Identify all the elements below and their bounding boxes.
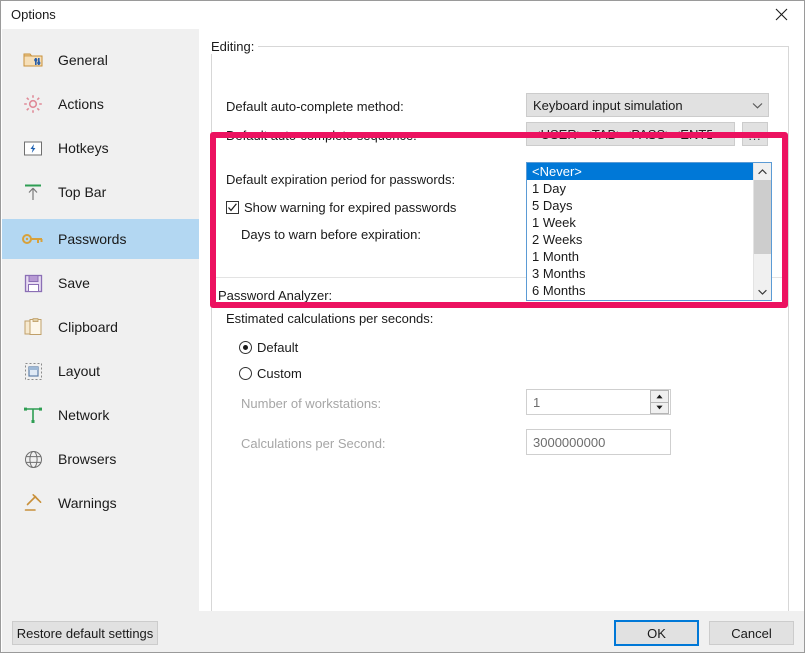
auto-complete-method-combo[interactable]: Keyboard input simulation xyxy=(526,93,769,117)
sidebar-item-label: Layout xyxy=(58,363,101,379)
cancel-button[interactable]: Cancel xyxy=(709,621,794,645)
scrollbar-thumb[interactable] xyxy=(754,180,771,254)
arrow-up-bar-icon xyxy=(16,182,50,202)
radio-circle xyxy=(239,341,252,354)
sidebar-item-clipboard[interactable]: Clipboard xyxy=(2,307,199,347)
floppy-disk-icon xyxy=(16,274,50,293)
workstations-input[interactable]: 1 xyxy=(526,389,671,415)
list-item[interactable]: 1 Week xyxy=(527,214,771,231)
options-dialog: Options General Actions Hotkeys Top Bar … xyxy=(0,0,805,653)
radio-custom[interactable]: Custom xyxy=(239,366,302,381)
auto-complete-sequence-combo[interactable]: <USER><TAB><PASS><ENTER xyxy=(526,122,735,146)
chevron-down-icon xyxy=(746,102,768,109)
sidebar-item-label: Clipboard xyxy=(58,319,118,335)
sidebar-item-network[interactable]: Network xyxy=(2,395,199,435)
sidebar-item-label: Hotkeys xyxy=(58,140,109,156)
check-icon xyxy=(228,203,237,212)
list-item[interactable]: 6 Months xyxy=(527,282,771,299)
close-icon[interactable] xyxy=(758,1,804,28)
scroll-up-icon[interactable] xyxy=(754,163,771,180)
sidebar-item-browsers[interactable]: Browsers xyxy=(2,439,199,479)
sidebar-item-layout[interactable]: Layout xyxy=(2,351,199,391)
gavel-icon xyxy=(16,493,50,513)
checkbox-box xyxy=(226,201,239,214)
workstations-label: Number of workstations: xyxy=(241,396,382,411)
list-item[interactable]: 1 Day xyxy=(527,180,771,197)
stepper-up-icon[interactable] xyxy=(650,390,669,403)
sidebar-item-label: Network xyxy=(58,407,110,423)
sidebar-item-label: Warnings xyxy=(58,495,117,511)
show-warning-checkbox[interactable]: Show warning for expired passwords xyxy=(226,200,456,215)
main-panel: Editing: Default auto-complete method: K… xyxy=(199,29,804,624)
list-item[interactable]: 5 Days xyxy=(527,197,771,214)
auto-complete-sequence-label: Default auto-complete sequence: xyxy=(226,128,417,143)
list-item[interactable]: 1 Month xyxy=(527,248,771,265)
sidebar-item-save[interactable]: Save xyxy=(2,263,199,303)
auto-complete-method-value: Keyboard input simulation xyxy=(533,97,683,113)
sidebar-item-warnings[interactable]: Warnings xyxy=(2,483,199,523)
sidebar-item-label: Actions xyxy=(58,96,104,112)
calculations-per-second-value: 3000000000 xyxy=(533,434,606,450)
sidebar-item-label: Top Bar xyxy=(58,184,107,200)
workstations-value: 1 xyxy=(533,394,541,410)
radio-custom-label: Custom xyxy=(257,366,302,381)
globe-icon xyxy=(16,450,50,469)
radio-default[interactable]: Default xyxy=(239,340,298,355)
sidebar-item-general[interactable]: General xyxy=(2,40,199,80)
auto-complete-sequence-value: <USER><TAB><PASS><ENTER xyxy=(533,126,712,142)
folder-settings-icon xyxy=(16,51,50,69)
calculations-per-second-label: Calculations per Second: xyxy=(241,436,386,451)
dialog-footer: Restore default settings OK Cancel xyxy=(2,611,804,652)
ok-button[interactable]: OK xyxy=(614,620,699,646)
sidebar-item-label: Browsers xyxy=(58,451,117,467)
window-title: Options xyxy=(11,7,56,22)
stepper-down-icon[interactable] xyxy=(650,402,669,414)
sidebar-item-top-bar[interactable]: Top Bar xyxy=(2,172,199,212)
dropdown-scrollbar[interactable] xyxy=(753,163,771,300)
expiration-period-dropdown-list[interactable]: <Never> 1 Day 5 Days 1 Week 2 Weeks 1 Mo… xyxy=(526,162,772,301)
calculations-per-second-input[interactable]: 3000000000 xyxy=(526,429,671,455)
days-to-warn-label: Days to warn before expiration: xyxy=(241,227,421,242)
sidebar-item-actions[interactable]: Actions xyxy=(2,84,199,124)
estimated-calculations-label: Estimated calculations per seconds: xyxy=(226,311,434,326)
auto-complete-sequence-browse-button[interactable]: ... xyxy=(742,122,768,146)
show-warning-label: Show warning for expired passwords xyxy=(244,200,457,215)
sidebar-item-label: Save xyxy=(58,275,90,291)
password-analyzer-group-title: Password Analyzer: xyxy=(215,288,336,303)
expiration-period-label: Default expiration period for passwords: xyxy=(226,172,456,187)
list-item[interactable]: 3 Months xyxy=(527,265,771,282)
radio-default-label: Default xyxy=(257,340,299,355)
title-bar: Options xyxy=(1,1,804,29)
list-item[interactable]: <Never> xyxy=(527,163,771,180)
sidebar-item-hotkeys[interactable]: Hotkeys xyxy=(2,128,199,168)
sidebar-item-passwords[interactable]: Passwords xyxy=(2,219,199,259)
auto-complete-method-label: Default auto-complete method: xyxy=(226,99,404,114)
chevron-down-icon xyxy=(712,131,734,138)
sidebar-item-label: Passwords xyxy=(58,231,127,247)
clipboard-icon xyxy=(16,317,50,337)
keyboard-key-icon xyxy=(16,140,50,157)
layout-icon xyxy=(16,362,50,381)
restore-default-settings-button[interactable]: Restore default settings xyxy=(12,621,158,645)
scroll-down-icon[interactable] xyxy=(754,283,771,300)
sidebar-item-label: General xyxy=(58,52,108,68)
editing-group-title: Editing: xyxy=(207,39,259,54)
key-icon xyxy=(16,232,50,246)
sidebar: General Actions Hotkeys Top Bar Password… xyxy=(2,29,199,611)
quantity-stepper[interactable] xyxy=(650,390,669,414)
radio-circle xyxy=(239,367,252,380)
network-icon xyxy=(16,406,50,424)
radio-dot xyxy=(243,345,248,350)
gear-icon xyxy=(16,94,50,114)
list-item[interactable]: 2 Weeks xyxy=(527,231,771,248)
